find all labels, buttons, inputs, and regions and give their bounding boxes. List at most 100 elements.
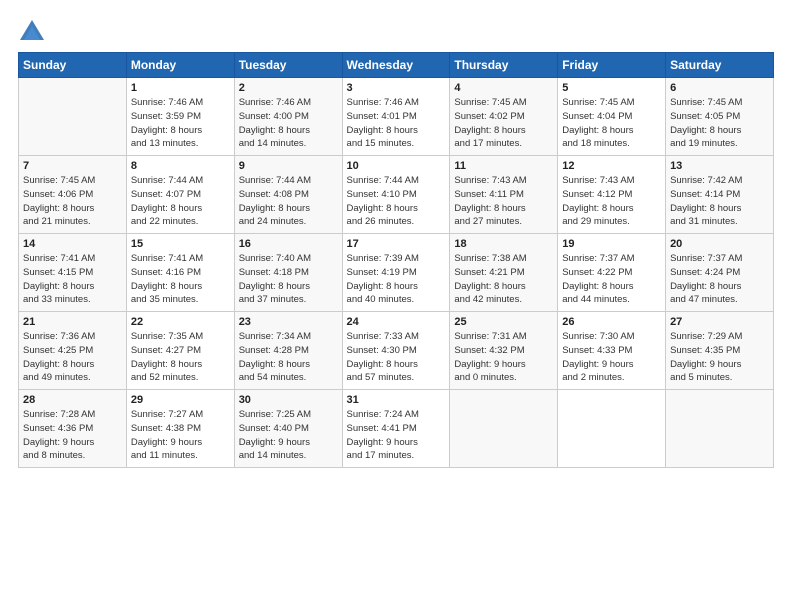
day-number: 13 <box>670 160 769 172</box>
day-info: Sunrise: 7:27 AM Sunset: 4:38 PM Dayligh… <box>131 408 230 463</box>
day-number: 26 <box>562 316 661 328</box>
day-number: 31 <box>347 394 446 406</box>
day-info: Sunrise: 7:46 AM Sunset: 4:00 PM Dayligh… <box>239 96 338 151</box>
week-row-1: 1 Sunrise: 7:46 AM Sunset: 3:59 PM Daylig… <box>19 78 774 156</box>
day-number: 20 <box>670 238 769 250</box>
day-cell: 31 Sunrise: 7:24 AM Sunset: 4:41 PM Dayli… <box>342 390 450 468</box>
day-cell: 1 Sunrise: 7:46 AM Sunset: 3:59 PM Daylig… <box>126 78 234 156</box>
day-info: Sunrise: 7:31 AM Sunset: 4:32 PM Dayligh… <box>454 330 553 385</box>
day-cell: 14 Sunrise: 7:41 AM Sunset: 4:15 PM Dayli… <box>19 234 127 312</box>
day-number: 10 <box>347 160 446 172</box>
day-number: 18 <box>454 238 553 250</box>
header <box>18 18 774 46</box>
day-number: 14 <box>23 238 122 250</box>
day-info: Sunrise: 7:24 AM Sunset: 4:41 PM Dayligh… <box>347 408 446 463</box>
day-cell: 5Sunrise: 7:45 AM Sunset: 4:04 PM Daylig… <box>558 78 666 156</box>
week-row-5: 28Sunrise: 7:28 AM Sunset: 4:36 PM Dayli… <box>19 390 774 468</box>
header-row: SundayMondayTuesdayWednesdayThursdayFrid… <box>19 53 774 78</box>
day-number: 12 <box>562 160 661 172</box>
day-cell <box>558 390 666 468</box>
day-number: 11 <box>454 160 553 172</box>
header-saturday: Saturday <box>666 53 774 78</box>
day-cell: 4 Sunrise: 7:45 AM Sunset: 4:02 PM Daylig… <box>450 78 558 156</box>
day-number: 22 <box>131 316 230 328</box>
day-cell: 12 Sunrise: 7:43 AM Sunset: 4:12 PM Dayli… <box>558 156 666 234</box>
day-cell: 8Sunrise: 7:44 AM Sunset: 4:07 PM Daylig… <box>126 156 234 234</box>
day-number: 7 <box>23 160 122 172</box>
day-cell: 9 Sunrise: 7:44 AM Sunset: 4:08 PM Daylig… <box>234 156 342 234</box>
day-number: 27 <box>670 316 769 328</box>
week-row-2: 7 Sunrise: 7:45 AM Sunset: 4:06 PM Daylig… <box>19 156 774 234</box>
day-cell: 13 Sunrise: 7:42 AM Sunset: 4:14 PM Dayli… <box>666 156 774 234</box>
day-cell: 7 Sunrise: 7:45 AM Sunset: 4:06 PM Daylig… <box>19 156 127 234</box>
day-cell: 3Sunrise: 7:46 AM Sunset: 4:01 PM Daylig… <box>342 78 450 156</box>
day-cell <box>450 390 558 468</box>
day-cell: 6 Sunrise: 7:45 AM Sunset: 4:05 PM Daylig… <box>666 78 774 156</box>
day-cell: 17 Sunrise: 7:39 AM Sunset: 4:19 PM Dayli… <box>342 234 450 312</box>
day-cell: 23 Sunrise: 7:34 AM Sunset: 4:28 PM Dayli… <box>234 312 342 390</box>
day-info: Sunrise: 7:39 AM Sunset: 4:19 PM Dayligh… <box>347 252 446 307</box>
day-info: Sunrise: 7:42 AM Sunset: 4:14 PM Dayligh… <box>670 174 769 229</box>
day-number: 17 <box>347 238 446 250</box>
day-cell: 21Sunrise: 7:36 AM Sunset: 4:25 PM Dayli… <box>19 312 127 390</box>
day-info: Sunrise: 7:36 AM Sunset: 4:25 PM Dayligh… <box>23 330 122 385</box>
day-info: Sunrise: 7:35 AM Sunset: 4:27 PM Dayligh… <box>131 330 230 385</box>
day-cell: 19 Sunrise: 7:37 AM Sunset: 4:22 PM Dayli… <box>558 234 666 312</box>
day-info: Sunrise: 7:41 AM Sunset: 4:16 PM Dayligh… <box>131 252 230 307</box>
day-info: Sunrise: 7:44 AM Sunset: 4:08 PM Dayligh… <box>239 174 338 229</box>
header-tuesday: Tuesday <box>234 53 342 78</box>
day-number: 4 <box>454 82 553 94</box>
day-cell <box>666 390 774 468</box>
day-info: Sunrise: 7:38 AM Sunset: 4:21 PM Dayligh… <box>454 252 553 307</box>
day-info: Sunrise: 7:25 AM Sunset: 4:40 PM Dayligh… <box>239 408 338 463</box>
day-number: 6 <box>670 82 769 94</box>
day-number: 2 <box>239 82 338 94</box>
day-cell <box>19 78 127 156</box>
header-thursday: Thursday <box>450 53 558 78</box>
day-number: 9 <box>239 160 338 172</box>
logo <box>18 18 50 46</box>
day-number: 24 <box>347 316 446 328</box>
day-number: 15 <box>131 238 230 250</box>
day-info: Sunrise: 7:45 AM Sunset: 4:04 PM Dayligh… <box>562 96 661 151</box>
day-number: 3 <box>347 82 446 94</box>
day-number: 23 <box>239 316 338 328</box>
day-info: Sunrise: 7:45 AM Sunset: 4:06 PM Dayligh… <box>23 174 122 229</box>
day-cell: 24 Sunrise: 7:33 AM Sunset: 4:30 PM Dayli… <box>342 312 450 390</box>
day-number: 1 <box>131 82 230 94</box>
day-number: 16 <box>239 238 338 250</box>
day-info: Sunrise: 7:30 AM Sunset: 4:33 PM Dayligh… <box>562 330 661 385</box>
day-info: Sunrise: 7:43 AM Sunset: 4:12 PM Dayligh… <box>562 174 661 229</box>
day-cell: 16Sunrise: 7:40 AM Sunset: 4:18 PM Dayli… <box>234 234 342 312</box>
day-info: Sunrise: 7:46 AM Sunset: 3:59 PM Dayligh… <box>131 96 230 151</box>
header-monday: Monday <box>126 53 234 78</box>
page: SundayMondayTuesdayWednesdayThursdayFrid… <box>0 0 792 612</box>
day-number: 19 <box>562 238 661 250</box>
day-info: Sunrise: 7:28 AM Sunset: 4:36 PM Dayligh… <box>23 408 122 463</box>
header-friday: Friday <box>558 53 666 78</box>
day-cell: 27Sunrise: 7:29 AM Sunset: 4:35 PM Dayli… <box>666 312 774 390</box>
day-info: Sunrise: 7:41 AM Sunset: 4:15 PM Dayligh… <box>23 252 122 307</box>
day-info: Sunrise: 7:44 AM Sunset: 4:10 PM Dayligh… <box>347 174 446 229</box>
day-cell: 11 Sunrise: 7:43 AM Sunset: 4:11 PM Dayli… <box>450 156 558 234</box>
day-number: 25 <box>454 316 553 328</box>
day-info: Sunrise: 7:33 AM Sunset: 4:30 PM Dayligh… <box>347 330 446 385</box>
day-cell: 2 Sunrise: 7:46 AM Sunset: 4:00 PM Daylig… <box>234 78 342 156</box>
day-info: Sunrise: 7:44 AM Sunset: 4:07 PM Dayligh… <box>131 174 230 229</box>
day-info: Sunrise: 7:43 AM Sunset: 4:11 PM Dayligh… <box>454 174 553 229</box>
day-info: Sunrise: 7:45 AM Sunset: 4:02 PM Dayligh… <box>454 96 553 151</box>
day-cell: 20 Sunrise: 7:37 AM Sunset: 4:24 PM Dayli… <box>666 234 774 312</box>
day-cell: 30 Sunrise: 7:25 AM Sunset: 4:40 PM Dayli… <box>234 390 342 468</box>
day-cell: 22 Sunrise: 7:35 AM Sunset: 4:27 PM Dayli… <box>126 312 234 390</box>
header-wednesday: Wednesday <box>342 53 450 78</box>
day-info: Sunrise: 7:45 AM Sunset: 4:05 PM Dayligh… <box>670 96 769 151</box>
day-info: Sunrise: 7:37 AM Sunset: 4:22 PM Dayligh… <box>562 252 661 307</box>
day-info: Sunrise: 7:37 AM Sunset: 4:24 PM Dayligh… <box>670 252 769 307</box>
day-info: Sunrise: 7:34 AM Sunset: 4:28 PM Dayligh… <box>239 330 338 385</box>
day-cell: 29Sunrise: 7:27 AM Sunset: 4:38 PM Dayli… <box>126 390 234 468</box>
day-number: 30 <box>239 394 338 406</box>
day-cell: 28Sunrise: 7:28 AM Sunset: 4:36 PM Dayli… <box>19 390 127 468</box>
day-cell: 25 Sunrise: 7:31 AM Sunset: 4:32 PM Dayli… <box>450 312 558 390</box>
week-row-3: 14 Sunrise: 7:41 AM Sunset: 4:15 PM Dayli… <box>19 234 774 312</box>
day-cell: 18 Sunrise: 7:38 AM Sunset: 4:21 PM Dayli… <box>450 234 558 312</box>
